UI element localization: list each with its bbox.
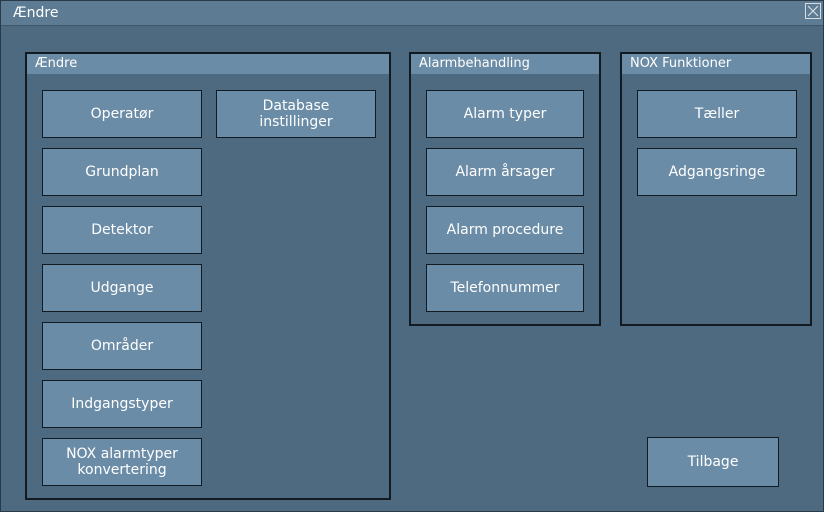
group-title-alarmbehandling: Alarmbehandling <box>419 56 530 71</box>
group-header: NOX Funktioner <box>622 54 810 74</box>
udgange-button[interactable]: Udgange <box>42 264 202 312</box>
operator-button[interactable]: Operatør <box>42 90 202 138</box>
close-icon <box>807 5 819 17</box>
tilbage-button[interactable]: Tilbage <box>647 437 779 487</box>
group-nox-funktioner: NOX Funktioner Tæller Adgangsringe <box>620 52 812 326</box>
database-settings-button[interactable]: Database instillinger <box>216 90 376 138</box>
telefonnummer-button[interactable]: Telefonnummer <box>426 264 584 312</box>
omraader-button[interactable]: Områder <box>42 322 202 370</box>
group-header: Ændre <box>27 54 389 74</box>
adgangsringe-button[interactable]: Adgangsringe <box>637 148 797 196</box>
grundplan-button[interactable]: Grundplan <box>42 148 202 196</box>
window-title: Ændre <box>13 5 59 21</box>
group-aendre: Ændre Operatør Database instillinger Gru… <box>25 52 391 500</box>
indgangstyper-button[interactable]: Indgangstyper <box>42 380 202 428</box>
window: Ændre Ændre Operatør Database instilling… <box>0 0 824 512</box>
titlebar: Ændre <box>1 1 823 26</box>
group-alarmbehandling: Alarmbehandling Alarm typer Alarm årsage… <box>409 52 601 326</box>
group-title-nox-funktioner: NOX Funktioner <box>630 56 732 71</box>
nox-alarmtyper-konvertering-button[interactable]: NOX alarmtyper konvertering <box>42 438 202 486</box>
alarm-typer-button[interactable]: Alarm typer <box>426 90 584 138</box>
close-button[interactable] <box>805 3 821 19</box>
taeller-button[interactable]: Tæller <box>637 90 797 138</box>
group-header: Alarmbehandling <box>411 54 599 74</box>
group-title-aendre: Ændre <box>35 56 78 71</box>
detektor-button[interactable]: Detektor <box>42 206 202 254</box>
alarm-procedure-button[interactable]: Alarm procedure <box>426 206 584 254</box>
alarm-aarsager-button[interactable]: Alarm årsager <box>426 148 584 196</box>
